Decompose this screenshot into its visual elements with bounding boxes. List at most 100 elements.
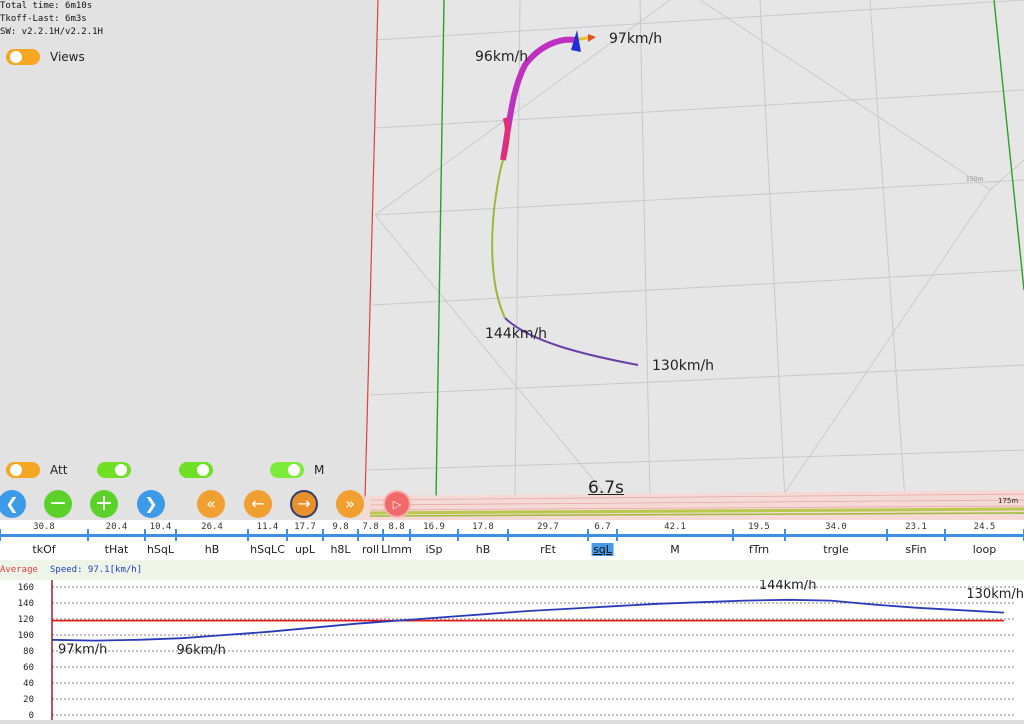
rewind-button[interactable]: « — [197, 490, 225, 518]
timeline-segment-duration: 8.8 — [388, 522, 405, 532]
zoom-in-button[interactable]: + — [90, 490, 118, 518]
speed-chart-canvas: 160 140 120 100 80 60 40 20 0 97km/h 96km/h 144km/h… — [18, 578, 1024, 721]
chart-y-tick-label: 160 — [18, 583, 34, 593]
timeline-segment-fTrn[interactable]: fTrn — [749, 543, 769, 556]
timeline-tick — [175, 529, 177, 541]
timeline-segment-duration: 26.4 — [201, 522, 223, 532]
distance-label-front: 175m — [998, 497, 1019, 505]
timeline-segment-duration: 17.7 — [294, 522, 316, 532]
chevron-left-icon: ❮ — [5, 494, 19, 513]
chart-y-tick-label: 20 — [23, 695, 34, 705]
timeline-tick — [616, 529, 618, 541]
timeline-segment-roll[interactable]: roll — [362, 543, 379, 556]
double-chevron-left-icon: « — [206, 494, 216, 513]
timeline-segment-sFin[interactable]: sFin — [905, 543, 926, 556]
timeline-segment-duration: 20.4 — [105, 522, 128, 532]
timeline-segment-hSqL[interactable]: hSqL — [147, 543, 174, 556]
timeline-segment-tkOf[interactable]: tkOf — [32, 543, 55, 556]
chevron-right-icon: ❯ — [144, 494, 158, 513]
timeline-tick — [886, 529, 888, 541]
maneuver-timeline[interactable]: 30.8 tkOf 20.4 tHat 10.4 hSqL 26.4 hB 11.4 hSqLC 1… — [0, 520, 1024, 560]
m-toggle[interactable] — [270, 462, 304, 478]
speed-label-top: 96km/h — [475, 49, 529, 65]
timeline-segment-duration: 42.1 — [664, 522, 686, 532]
att-toggle[interactable] — [6, 462, 40, 478]
chart-y-tick-label: 40 — [23, 679, 34, 689]
speed-readout: Speed: 97.1[km/h] — [50, 565, 143, 575]
chart-data-label: 96km/h — [177, 643, 226, 658]
timeline-tick — [944, 529, 946, 541]
timeline-segment-duration: 9.8 — [332, 522, 349, 532]
step-back-button[interactable]: ← — [244, 490, 272, 518]
total-time-text: Total time: 6m10s — [0, 1, 93, 11]
timeline-segment-iSp[interactable]: iSp — [425, 543, 442, 556]
timeline-segment-LImm[interactable]: LImm — [381, 543, 412, 556]
timeline-tick — [382, 529, 384, 541]
timeline-tick — [357, 529, 359, 541]
timeline-segment-loop[interactable]: loop — [973, 543, 997, 556]
chart-data-label: 130km/h — [966, 587, 1024, 602]
takeoff-last-text: Tkoff-Last: 6m3s — [0, 14, 87, 24]
chart-y-tick-label: 80 — [23, 647, 34, 657]
timeline-tick — [144, 529, 146, 541]
speed-label-start: 97km/h — [609, 31, 663, 47]
flight-3d-view[interactable]: Total time: 6m10s Tkoff-Last: 6m3s SW: v… — [0, 0, 1024, 520]
timeline-segment-hB[interactable]: hB — [476, 543, 491, 556]
chart-header: Average Speed: 97.1[km/h] — [0, 560, 1024, 580]
play-icon: ▷ — [392, 497, 402, 511]
timeline-segment-h8L[interactable]: h8L — [330, 543, 350, 556]
views-toggle[interactable] — [6, 49, 40, 65]
average-legend: Average — [0, 565, 38, 575]
chart-y-tick-label: 0 — [29, 711, 34, 720]
views-label: Views — [50, 50, 85, 64]
speed-label-end: 130km/h — [652, 358, 715, 374]
timeline-tick — [784, 529, 786, 541]
timeline-tick — [87, 529, 89, 541]
timeline-segment-tHat[interactable]: tHat — [105, 543, 129, 556]
fast-forward-button[interactable]: » — [336, 490, 364, 518]
timeline-segment-duration: 6.7 — [594, 522, 611, 532]
speed-label-max: 144km/h — [485, 326, 548, 342]
software-version-text: SW: v2.2.1H/v2.2.1H — [0, 27, 103, 37]
timeline-segment-trgle[interactable]: trgle — [823, 543, 848, 556]
timeline-segment-duration: 30.8 — [33, 522, 55, 532]
segment-duration-label: 6.7s — [588, 478, 624, 498]
display-toggle-1[interactable] — [97, 462, 131, 478]
double-chevron-right-icon: » — [345, 494, 355, 513]
timeline-segment-hSqLC[interactable]: hSqLC — [250, 543, 285, 556]
timeline-segment-duration: 16.9 — [423, 522, 445, 532]
timeline-tick — [732, 529, 734, 541]
next-figure-button[interactable]: ❯ — [137, 490, 165, 518]
timeline-tick — [0, 529, 1, 541]
chart-y-tick-label: 140 — [18, 599, 34, 609]
timeline-segment-duration: 7.8 — [362, 522, 379, 532]
display-toggle-2[interactable] — [179, 462, 213, 478]
chart-data-label: 97km/h — [58, 642, 107, 657]
timeline-tick — [286, 529, 288, 541]
step-forward-button[interactable]: → — [290, 490, 318, 518]
timeline-segment-duration: 23.1 — [905, 522, 927, 532]
play-button[interactable]: ▷ — [383, 490, 411, 518]
timeline-segment-M[interactable]: M — [670, 543, 680, 556]
timeline-tick — [457, 529, 459, 541]
timeline-segment-upL[interactable]: upL — [295, 543, 315, 556]
timeline-segment-duration: 29.7 — [537, 522, 559, 532]
arrow-right-icon: → — [297, 494, 311, 513]
timeline-segment-hB[interactable]: hB — [205, 543, 220, 556]
chart-y-tick-label: 120 — [18, 615, 34, 625]
m-label: M — [314, 463, 325, 477]
timeline-track[interactable] — [0, 534, 1024, 537]
speed-chart[interactable]: 160 140 120 100 80 60 40 20 0 97km/h 96km/h 144km/h… — [0, 578, 1024, 721]
arrow-left-icon: ← — [251, 494, 265, 513]
distance-label-back: 150m — [966, 176, 984, 183]
scene-canvas — [360, 0, 1024, 520]
timeline-tick — [247, 529, 249, 541]
chart-y-tick-label: 60 — [23, 663, 34, 673]
timeline-tick — [409, 529, 411, 541]
timeline-tick — [587, 529, 589, 541]
timeline-segment-rEt[interactable]: rEt — [540, 543, 556, 556]
minus-icon: − — [48, 491, 68, 516]
timeline-segment-sqL[interactable]: sqL — [591, 543, 614, 556]
timeline-segment-duration: 11.4 — [256, 522, 279, 532]
zoom-out-button[interactable]: − — [44, 490, 72, 518]
